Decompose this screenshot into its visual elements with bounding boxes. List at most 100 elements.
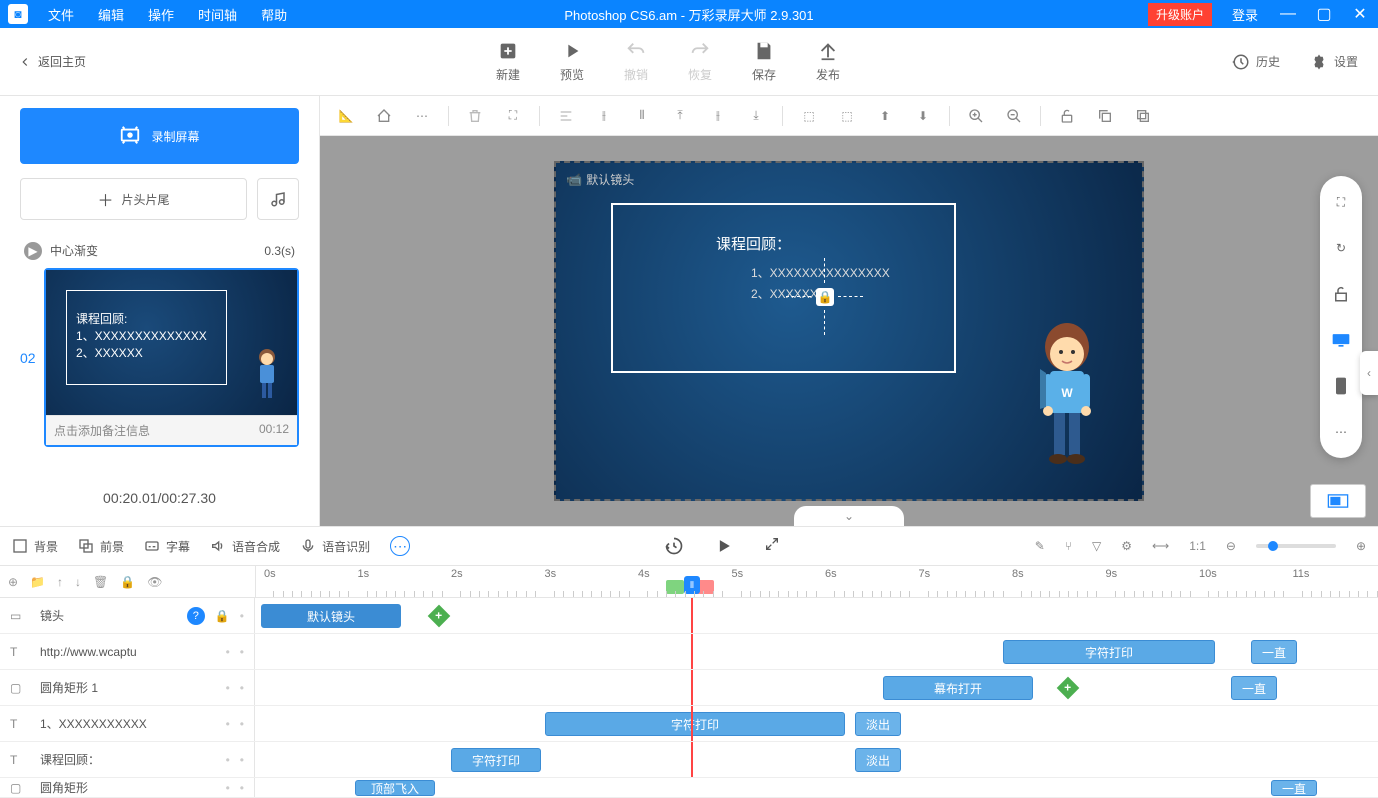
rt-ratio-icon[interactable]: 1:1 bbox=[1189, 539, 1206, 553]
dist-v-icon[interactable]: ⬚ bbox=[831, 102, 863, 130]
th-delete-icon[interactable]: 🗑 bbox=[93, 575, 108, 589]
menu-edit[interactable]: 编辑 bbox=[86, 5, 136, 24]
history-button[interactable]: 历史 bbox=[1232, 53, 1280, 71]
zoom-out-icon[interactable] bbox=[998, 102, 1030, 130]
th-add-icon[interactable]: ⊕ bbox=[8, 575, 18, 589]
scene-list: ▶中心渐变 0.3(s) 02 课程回顾:1、XXXXXXXXXXXXXX2、X… bbox=[10, 234, 309, 482]
tab-foreground[interactable]: 前景 bbox=[78, 538, 124, 555]
clip-always-2[interactable]: 一直 bbox=[1231, 676, 1277, 700]
stage-title[interactable]: 课程回顾： bbox=[716, 233, 791, 254]
clip-char-print-1[interactable]: 字符打印 bbox=[1003, 640, 1215, 664]
stage-toggle[interactable]: ⌄ bbox=[794, 506, 904, 526]
minimize-button[interactable]: — bbox=[1270, 5, 1306, 23]
mini-view[interactable] bbox=[1310, 484, 1366, 518]
timeline-ruler[interactable]: ⦀ 0s1s2s3s4s5s6s7s8s9s10s11s12s13s bbox=[255, 566, 1378, 597]
note-placeholder[interactable]: 点击添加备注信息 bbox=[54, 422, 150, 439]
upgrade-button[interactable]: 升级账户 bbox=[1148, 3, 1212, 26]
rt-filter-icon[interactable]: ⑂ bbox=[1065, 539, 1072, 553]
crop-icon[interactable]: ⛶ bbox=[497, 102, 529, 130]
clip-char-print-2[interactable]: 字符打印 bbox=[545, 712, 845, 736]
clip-fadeout-1[interactable]: 淡出 bbox=[855, 712, 901, 736]
clip-curtain[interactable]: 幕布打开 bbox=[883, 676, 1033, 700]
more-icon[interactable]: ⋯ bbox=[406, 102, 438, 130]
dist-h-icon[interactable]: ⬚ bbox=[793, 102, 825, 130]
record-button[interactable]: 录制屏幕 bbox=[20, 108, 299, 164]
music-button[interactable] bbox=[257, 178, 299, 220]
paste-icon[interactable] bbox=[1127, 102, 1159, 130]
copy-icon[interactable] bbox=[1089, 102, 1121, 130]
zoom-in-icon[interactable] bbox=[960, 102, 992, 130]
ft-rotate-icon[interactable]: ↻ bbox=[1329, 236, 1353, 260]
help-icon[interactable]: ? bbox=[187, 607, 205, 625]
close-button[interactable]: ✕ bbox=[1342, 4, 1378, 24]
ft-mobile-icon[interactable] bbox=[1329, 374, 1353, 398]
tab-subtitle[interactable]: 字幕 bbox=[144, 538, 190, 555]
bring-front-icon[interactable]: ⬆ bbox=[869, 102, 901, 130]
rt-zoom-out-icon[interactable]: ⊖ bbox=[1226, 539, 1236, 553]
rt-edit-icon[interactable]: ✎ bbox=[1035, 539, 1045, 553]
fullscreen-button[interactable] bbox=[764, 536, 780, 556]
rewind-button[interactable] bbox=[664, 536, 684, 556]
save-button[interactable]: 保存 bbox=[752, 40, 776, 83]
tab-tts[interactable]: 语音合成 bbox=[210, 538, 280, 555]
ft-unlock-icon[interactable] bbox=[1329, 282, 1353, 306]
menu-timeline[interactable]: 时间轴 bbox=[186, 5, 249, 24]
th-folder-icon[interactable]: 📁 bbox=[30, 575, 45, 589]
back-button[interactable]: 返回主页 bbox=[0, 53, 104, 70]
play-icon[interactable]: ▶ bbox=[24, 242, 42, 260]
right-edge-toggle[interactable]: ‹ bbox=[1360, 351, 1378, 395]
add-keyframe[interactable] bbox=[428, 605, 451, 628]
send-back-icon[interactable]: ⬇ bbox=[907, 102, 939, 130]
align-left-icon[interactable] bbox=[550, 102, 582, 130]
clip-shot[interactable]: 默认镜头 bbox=[261, 604, 401, 628]
delete-icon[interactable] bbox=[459, 102, 491, 130]
tab-asr[interactable]: 语音识别 bbox=[300, 538, 370, 555]
settings-button[interactable]: 设置 bbox=[1310, 53, 1358, 71]
th-eye-icon[interactable]: 👁 bbox=[147, 575, 162, 589]
menu-file[interactable]: 文件 bbox=[36, 5, 86, 24]
playhead[interactable]: ⦀ bbox=[684, 576, 700, 594]
ft-fit-icon[interactable]: ⛶ bbox=[1329, 190, 1353, 214]
clip-always-1[interactable]: 一直 bbox=[1251, 640, 1297, 664]
ft-desktop-icon[interactable] bbox=[1329, 328, 1353, 352]
home-icon[interactable] bbox=[368, 102, 400, 130]
add-keyframe-2[interactable] bbox=[1057, 677, 1080, 700]
align-middle-icon[interactable]: ⫲ bbox=[702, 102, 734, 130]
rt-funnel-icon[interactable]: ▽ bbox=[1092, 539, 1101, 553]
ft-more-icon[interactable]: ⋯ bbox=[1329, 420, 1353, 444]
lock-icon[interactable]: 🔒 bbox=[215, 609, 230, 623]
menu-help[interactable]: 帮助 bbox=[249, 5, 299, 24]
th-lock-icon[interactable]: 🔒 bbox=[120, 575, 135, 589]
align-center-h-icon[interactable]: ⫲ bbox=[588, 102, 620, 130]
head-tail-button[interactable]: ＋片头片尾 bbox=[20, 178, 247, 220]
align-right-icon[interactable]: ⫴ bbox=[626, 102, 658, 130]
clip-always-3[interactable]: 一直 bbox=[1271, 780, 1317, 796]
preview-button[interactable]: 预览 bbox=[560, 40, 584, 83]
align-bottom-icon[interactable]: ⤓ bbox=[740, 102, 772, 130]
redo-button[interactable]: 恢复 bbox=[688, 40, 712, 83]
undo-button[interactable]: 撤销 bbox=[624, 40, 648, 83]
menu-action[interactable]: 操作 bbox=[136, 5, 186, 24]
login-button[interactable]: 登录 bbox=[1220, 5, 1270, 24]
rt-range-icon[interactable]: ⟷ bbox=[1152, 539, 1169, 553]
stage-character[interactable]: W bbox=[1022, 319, 1112, 479]
stage-content[interactable]: 📹 默认镜头 课程回顾： 1、XXXXXXXXXXXXXXX2、XXXXXX 🔒… bbox=[554, 161, 1144, 501]
clip-flyin[interactable]: 顶部飞入 bbox=[355, 780, 435, 796]
scene-thumbnail[interactable]: 02 课程回顾:1、XXXXXXXXXXXXXX2、XXXXXX 点击添加备注信… bbox=[44, 268, 299, 447]
rt-zoom-in-icon[interactable]: ⊕ bbox=[1356, 539, 1366, 553]
tab-background[interactable]: 背景 bbox=[12, 538, 58, 555]
clip-fadeout-2[interactable]: 淡出 bbox=[855, 748, 901, 772]
tab-more[interactable]: ⋯ bbox=[390, 536, 410, 556]
new-button[interactable]: 新建 bbox=[496, 40, 520, 83]
th-down-icon[interactable]: ↓ bbox=[75, 575, 81, 589]
th-up-icon[interactable]: ↑ bbox=[57, 575, 63, 589]
unlock-icon[interactable] bbox=[1051, 102, 1083, 130]
align-top-icon[interactable]: ⤒ bbox=[664, 102, 696, 130]
clip-char-print-3[interactable]: 字符打印 bbox=[451, 748, 541, 772]
ruler-icon[interactable]: 📐 bbox=[330, 102, 362, 130]
canvas-stage[interactable]: 📹 默认镜头 课程回顾： 1、XXXXXXXXXXXXXXX2、XXXXXX 🔒… bbox=[320, 136, 1378, 526]
maximize-button[interactable]: ▢ bbox=[1306, 4, 1342, 24]
rt-adjust-icon[interactable]: ⚙ bbox=[1121, 539, 1132, 553]
play-button[interactable] bbox=[714, 536, 734, 556]
publish-button[interactable]: 发布 bbox=[816, 40, 840, 83]
